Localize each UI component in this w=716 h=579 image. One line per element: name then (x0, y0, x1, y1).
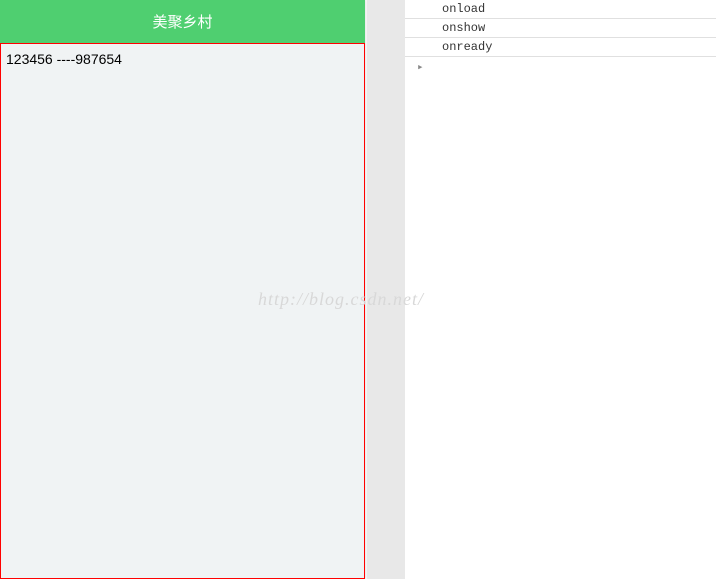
phone-simulator: 美聚乡村 123456 ----987654 (0, 0, 365, 579)
chevron-right-icon: ▸ (417, 60, 424, 74)
console-log-row[interactable]: onready (405, 38, 716, 57)
console-expand-row[interactable]: ▸ (405, 57, 716, 76)
content-text: 123456 ----987654 (6, 51, 122, 67)
console-panel: onload onshow onready ▸ (405, 0, 716, 579)
phone-content-area[interactable]: 123456 ----987654 (0, 43, 365, 579)
phone-header-title: 美聚乡村 (0, 0, 365, 43)
console-log-row[interactable]: onload (405, 0, 716, 19)
panel-divider (367, 0, 405, 579)
console-log-row[interactable]: onshow (405, 19, 716, 38)
